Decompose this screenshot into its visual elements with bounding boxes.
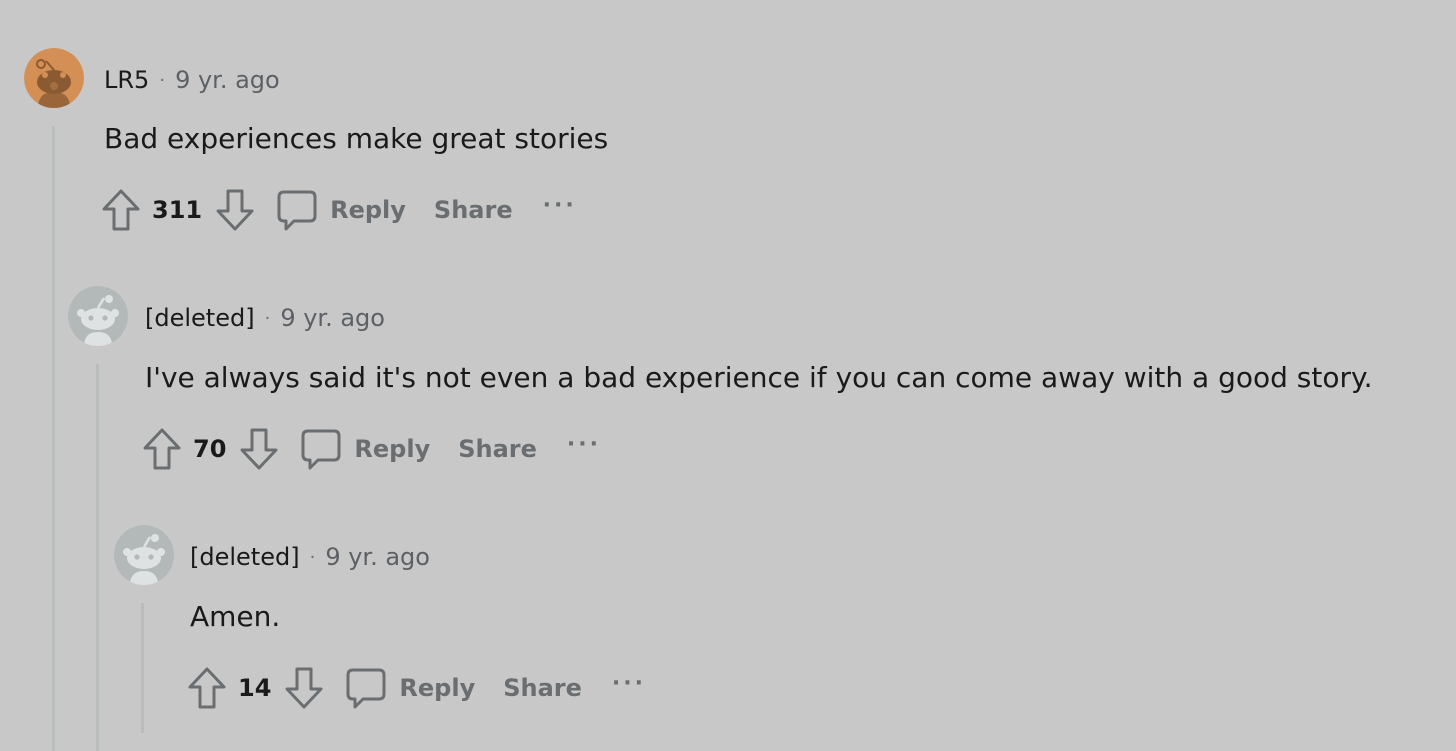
thread-line-level-3[interactable] — [141, 603, 144, 733]
upvote-icon — [188, 667, 226, 709]
upvote-button[interactable] — [100, 186, 142, 234]
meta-separator: · — [159, 69, 166, 91]
timestamp[interactable]: 9 yr. ago — [175, 66, 280, 94]
comment-meta: [deleted] · 9 yr. ago — [145, 298, 385, 338]
downvote-icon — [285, 667, 323, 709]
timestamp[interactable]: 9 yr. ago — [325, 543, 430, 571]
more-icon: ··· — [566, 431, 601, 457]
author-name[interactable]: LR5 — [104, 66, 149, 94]
downvote-button[interactable] — [214, 186, 256, 234]
comment-body: Bad experiences make great stories — [104, 122, 609, 155]
meta-separator: · — [264, 307, 271, 329]
upvote-icon — [143, 428, 181, 470]
reply-button[interactable]: Reply — [276, 188, 406, 232]
comment-body: Amen. — [190, 600, 281, 633]
avatar[interactable] — [24, 48, 84, 108]
upvote-button[interactable] — [141, 425, 183, 473]
downvote-button[interactable] — [238, 425, 280, 473]
downvote-button[interactable] — [283, 664, 325, 712]
thread-line-level-2[interactable] — [96, 364, 99, 751]
comment-icon — [301, 429, 341, 470]
thread-line-level-1[interactable] — [52, 126, 55, 751]
vote-score: 311 — [152, 196, 203, 224]
upvote-icon — [102, 189, 140, 231]
upvote-button[interactable] — [186, 664, 228, 712]
comment-icon — [277, 190, 317, 231]
comment-meta: [deleted] · 9 yr. ago — [190, 537, 430, 577]
reply-label: Reply — [399, 674, 476, 702]
more-options-button[interactable]: ··· — [612, 664, 646, 712]
more-icon: ··· — [542, 192, 577, 218]
more-options-button[interactable]: ··· — [567, 425, 601, 473]
share-button[interactable]: Share — [458, 435, 537, 463]
share-button[interactable]: Share — [434, 196, 513, 224]
vote-score: 14 — [238, 674, 272, 702]
meta-separator: · — [309, 546, 316, 568]
comment-icon — [346, 668, 386, 709]
reply-label: Reply — [330, 196, 406, 224]
comment-actions: 14 Reply Share ··· — [186, 662, 646, 714]
more-icon: ··· — [611, 670, 646, 696]
vote-score: 70 — [193, 435, 227, 463]
share-button[interactable]: Share — [503, 674, 582, 702]
author-name: [deleted] — [190, 543, 300, 571]
author-name: [deleted] — [145, 304, 255, 332]
reply-button[interactable]: Reply — [300, 427, 430, 471]
comment-body: I've always said it's not even a bad exp… — [145, 361, 1373, 394]
downvote-icon — [216, 189, 254, 231]
comment-actions: 70 Reply Share ··· — [141, 423, 601, 475]
avatar[interactable] — [68, 286, 128, 346]
downvote-icon — [240, 428, 278, 470]
more-options-button[interactable]: ··· — [543, 186, 577, 234]
avatar[interactable] — [114, 525, 174, 585]
reply-button[interactable]: Reply — [345, 666, 475, 710]
snoo-avatar-icon — [24, 48, 84, 108]
snoo-avatar-icon — [114, 525, 174, 585]
comment-meta: LR5 · 9 yr. ago — [104, 60, 280, 100]
timestamp[interactable]: 9 yr. ago — [280, 304, 385, 332]
comment-actions: 311 Reply Share ··· — [100, 184, 577, 236]
snoo-avatar-icon — [68, 286, 128, 346]
reply-label: Reply — [354, 435, 431, 463]
